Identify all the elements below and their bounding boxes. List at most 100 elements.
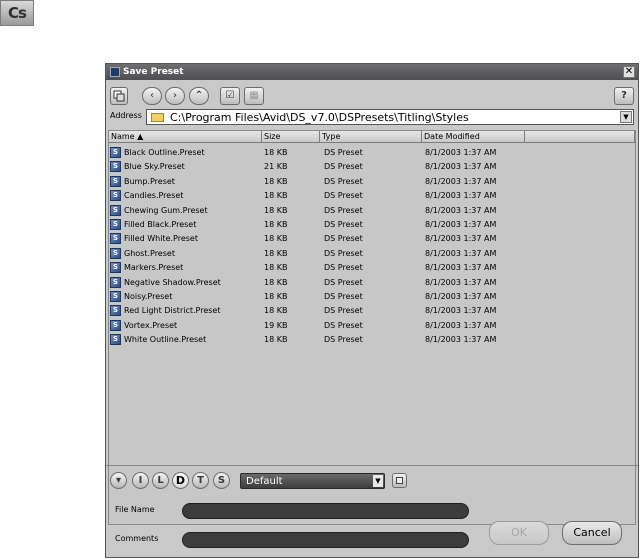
preset-file-icon: S <box>110 175 121 187</box>
file-row[interactable]: S Candies.Preset 18 KB DS Preset 8/1/2003 1:… <box>109 188 635 202</box>
comments-input[interactable] <box>182 532 469 548</box>
comments-label: Comments <box>115 534 159 543</box>
file-type-cell: DS Preset <box>324 205 363 215</box>
file-row[interactable]: S Markers.Preset 18 KB DS Preset 8/1/2003 1:… <box>109 260 635 274</box>
file-type-cell: DS Preset <box>324 220 363 229</box>
preset-file-icon: S <box>110 305 121 317</box>
address-label: Address <box>110 111 142 120</box>
file-date-cell: 8/1/2003 1:37 AM <box>425 248 497 258</box>
address-path[interactable]: C:\Program Files\Avid\DS_v7.0\DSPresets\… <box>170 111 469 125</box>
save-preset-icon-button[interactable] <box>392 473 407 488</box>
file-size-cell: 18 KB <box>264 234 288 244</box>
file-date-cell: 8/1/2003 1:37 AM <box>425 148 497 157</box>
file-name-input[interactable] <box>182 503 469 519</box>
file-size-cell: 18 KB <box>264 148 288 157</box>
file-name-cell: Blue Sky.Preset <box>124 162 185 172</box>
file-row[interactable]: S Noisy.Preset 18 KB DS Preset 8/1/2003 1:37… <box>109 289 635 303</box>
disk-icon <box>396 477 403 484</box>
file-name-cell: Chewing Gum.Preset <box>124 205 208 215</box>
file-date-cell: 8/1/2003 1:37 AM <box>425 306 497 316</box>
file-name-cell: Noisy.Preset <box>124 292 173 301</box>
file-date-cell: 8/1/2003 1:37 AM <box>425 277 497 287</box>
preset-file-icon: S <box>110 319 121 331</box>
address-field[interactable]: C:\Program Files\Avid\DS_v7.0\DSPresets\… <box>146 109 634 125</box>
file-name-cell: Filled White.Preset <box>124 234 198 244</box>
column-header-type[interactable]: Type <box>320 131 422 143</box>
dialog-title: Save Preset <box>123 67 184 77</box>
save-preset-dialog: Save Preset ✕ ‹ › ⌃ ☑ ▦ ? Address C:\Pro… <box>105 63 639 558</box>
column-header-name[interactable]: Name ▲ <box>109 131 262 143</box>
file-row[interactable]: S Blue Sky.Preset 21 KB DS Preset 8/1/2003 1… <box>109 159 635 173</box>
file-name-cell: Candies.Preset <box>124 191 184 201</box>
filter-button-t[interactable]: T <box>192 472 209 489</box>
address-dropdown-button[interactable]: ▼ <box>620 111 632 123</box>
file-size-cell: 18 KB <box>264 292 288 301</box>
title-bar: Save Preset ✕ <box>106 64 638 80</box>
file-row[interactable]: S Vortex.Preset 19 KB DS Preset 8/1/2003 1:3… <box>109 318 635 332</box>
select-button[interactable]: ☑ <box>220 87 240 105</box>
forward-button[interactable]: › <box>165 87 185 105</box>
filter-button-l[interactable]: L <box>152 472 169 489</box>
file-name-cell: Negative Shadow.Preset <box>124 277 221 287</box>
ok-button[interactable]: OK <box>489 521 549 545</box>
file-name-cell: Markers.Preset <box>124 263 184 273</box>
file-date-cell: 8/1/2003 1:37 AM <box>425 320 497 330</box>
file-row[interactable]: S Negative Shadow.Preset 18 KB DS Preset 8/1… <box>109 275 635 289</box>
preset-select-value: Default <box>246 476 283 487</box>
file-name-cell: Vortex.Preset <box>124 320 178 330</box>
file-row[interactable]: S Bump.Preset 18 KB DS Preset 8/1/2003 1:37 … <box>109 174 635 188</box>
view-toggle-button[interactable] <box>110 87 128 105</box>
file-size-cell: 18 KB <box>264 205 288 215</box>
file-row[interactable]: S Ghost.Preset 18 KB DS Preset 8/1/2003 1:37… <box>109 246 635 260</box>
up-folder-button[interactable]: ⌃ <box>189 87 209 105</box>
preset-file-icon: S <box>110 247 121 259</box>
column-header-size[interactable]: Size <box>262 131 320 143</box>
preset-file-icon: S <box>110 147 121 158</box>
column-header-filler <box>525 131 635 143</box>
file-type-cell: DS Preset <box>324 320 363 330</box>
filter-button-i[interactable]: I <box>132 472 149 489</box>
file-size-cell: 18 KB <box>264 220 288 229</box>
view-list-icon <box>113 90 125 102</box>
chevron-down-icon[interactable]: ▼ <box>373 475 383 487</box>
menu-button[interactable]: ▾ <box>110 472 127 489</box>
file-date-cell: 8/1/2003 1:37 AM <box>425 263 497 273</box>
preset-file-icon: S <box>110 190 121 202</box>
file-date-cell: 8/1/2003 1:37 AM <box>425 205 497 215</box>
cancel-button[interactable]: Cancel <box>562 521 622 545</box>
file-date-cell: 8/1/2003 1:37 AM <box>425 234 497 244</box>
preset-file-icon: S <box>110 204 121 216</box>
file-type-cell: DS Preset <box>324 162 363 172</box>
close-button[interactable]: ✕ <box>623 66 635 78</box>
preset-file-icon: S <box>110 233 121 245</box>
file-row[interactable]: S Filled Black.Preset 18 KB DS Preset 8/1/20… <box>109 217 635 231</box>
filter-button-d[interactable]: D <box>172 472 189 489</box>
help-button[interactable]: ? <box>614 87 634 105</box>
file-type-cell: DS Preset <box>324 277 363 287</box>
preset-file-icon: S <box>110 291 121 302</box>
file-type-cell: DS Preset <box>324 335 363 345</box>
file-size-cell: 18 KB <box>264 176 288 186</box>
app-icon <box>110 67 120 77</box>
grid-view-button[interactable]: ▦ <box>244 87 264 105</box>
file-name-cell: White Outline.Preset <box>124 335 207 345</box>
file-row[interactable]: S Red Light District.Preset 18 KB DS Preset… <box>109 303 635 317</box>
file-row[interactable]: S Filled White.Preset 18 KB DS Preset 8/1/20… <box>109 231 635 245</box>
file-row[interactable]: S White Outline.Preset 18 KB DS Preset 8/1/2… <box>109 332 635 346</box>
file-type-cell: DS Preset <box>324 148 363 157</box>
file-type-cell: DS Preset <box>324 176 363 186</box>
file-row[interactable]: S Chewing Gum.Preset 18 KB DS Preset 8/1/200… <box>109 203 635 217</box>
column-header-date-modified[interactable]: Date Modified <box>422 131 525 143</box>
file-name-cell: Ghost.Preset <box>124 248 175 258</box>
preset-select[interactable]: Default ▼ <box>240 473 385 489</box>
file-size-cell: 18 KB <box>264 335 288 345</box>
preset-file-icon: S <box>110 276 121 288</box>
file-name-cell: Bump.Preset <box>124 176 175 186</box>
back-button[interactable]: ‹ <box>142 87 162 105</box>
file-type-cell: DS Preset <box>324 306 363 316</box>
file-row[interactable]: S Black Outline.Preset 18 KB DS Preset 8/1/2… <box>109 145 635 159</box>
file-date-cell: 8/1/2003 1:37 AM <box>425 191 497 201</box>
file-date-cell: 8/1/2003 1:37 AM <box>425 292 497 301</box>
filter-button-s[interactable]: S <box>213 472 230 489</box>
file-size-cell: 18 KB <box>264 191 288 201</box>
